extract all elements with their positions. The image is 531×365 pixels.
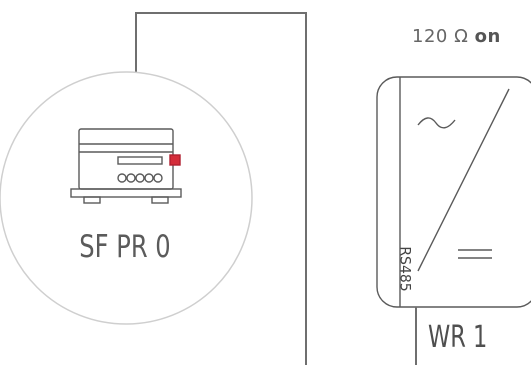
ac-wave-icon — [417, 117, 456, 129]
termination-label: 120 Ω on — [412, 26, 501, 47]
diagram-canvas: 120 Ω on SF PR 0 RS485 WR 1 — [0, 0, 531, 365]
inverter-diagonal — [417, 88, 510, 272]
termination-prefix: 120 Ω — [412, 26, 469, 47]
termination-state: on — [474, 26, 501, 47]
inverter-name-label: WR 1 — [428, 320, 488, 355]
controller-status-led — [169, 154, 181, 166]
wiring-diagram — [0, 12, 531, 365]
device-name-label: SF PR 0 — [79, 229, 171, 265]
rs485-port-label: RS485 — [396, 246, 413, 292]
device-circle — [0, 71, 253, 325]
